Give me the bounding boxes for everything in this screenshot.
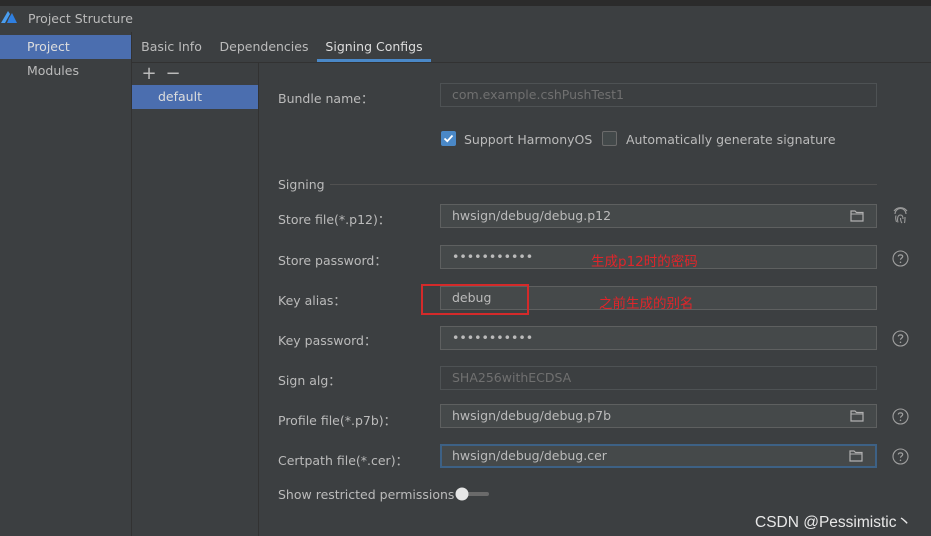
profile-file-value: hwsign/debug/debug.p7b [452, 408, 612, 423]
help-icon[interactable] [892, 408, 909, 425]
nav-item-modules[interactable]: Modules [0, 59, 131, 83]
key-alias-label: Key alias： [278, 293, 346, 308]
window-title: Project Structure [28, 11, 133, 26]
section-divider [330, 184, 877, 185]
fingerprint-icon[interactable] [892, 207, 909, 225]
show-restricted-label: Show restricted permissions [278, 487, 455, 502]
key-password-field[interactable]: ••••••••••• [440, 326, 877, 350]
key-password-label: Key password： [278, 333, 377, 348]
bundle-name-label: Bundle name： [278, 91, 374, 106]
checkmark-icon [443, 134, 454, 143]
watermark: CSDN @Pessimistic丶 [755, 514, 912, 531]
top-edge [0, 0, 931, 6]
show-restricted-toggle[interactable] [454, 487, 490, 501]
sign-alg-label: Sign alg： [278, 373, 341, 388]
signing-section-title: Signing [278, 177, 325, 192]
remove-config-button[interactable]: − [163, 64, 183, 84]
tab-signing-configs[interactable]: Signing Configs [317, 32, 431, 62]
title-bar: Project Structure [0, 0, 931, 32]
nav-item-project[interactable]: Project [0, 35, 131, 59]
key-alias-annotation: 之前生成的别名 [599, 296, 694, 312]
deveco-logo-icon [1, 11, 17, 23]
highlight-box [421, 284, 529, 315]
certpath-file-value: hwsign/debug/debug.cer [452, 448, 607, 463]
store-file-value: hwsign/debug/debug.p12 [452, 208, 612, 223]
tab-dependencies[interactable]: Dependencies [212, 32, 316, 62]
auto-sign-checkbox[interactable] [602, 131, 617, 146]
folder-icon[interactable] [849, 449, 863, 462]
sign-alg-field[interactable]: SHA256withECDSA [440, 366, 877, 390]
tab-bar: Basic Info Dependencies Signing Configs [132, 32, 931, 63]
tab-basic-info[interactable]: Basic Info [132, 32, 211, 62]
add-config-button[interactable]: + [139, 64, 159, 84]
certpath-file-field[interactable]: hwsign/debug/debug.cer [440, 444, 877, 468]
bundle-name-field[interactable]: com.example.cshPushTest1 [440, 83, 877, 107]
certpath-file-label: Certpath file(*.cer)： [278, 453, 409, 468]
store-file-label: Store file(*.p12)： [278, 212, 391, 227]
help-icon[interactable] [892, 330, 909, 347]
help-icon[interactable] [892, 448, 909, 465]
help-icon[interactable] [892, 250, 909, 267]
signing-config-list: + − default [132, 63, 259, 536]
auto-sign-label: Automatically generate signature [626, 132, 836, 147]
project-structure-nav: Project Modules [0, 32, 132, 536]
folder-icon[interactable] [850, 409, 864, 422]
folder-icon[interactable] [850, 209, 864, 222]
store-file-field[interactable]: hwsign/debug/debug.p12 [440, 204, 877, 228]
profile-file-label: Profile file(*.p7b)： [278, 413, 397, 428]
profile-file-field[interactable]: hwsign/debug/debug.p7b [440, 404, 877, 428]
support-harmonyos-checkbox[interactable] [441, 131, 456, 146]
store-password-annotation: 生成p12时的密码 [591, 254, 698, 270]
config-item-default[interactable]: default [132, 85, 258, 109]
store-password-label: Store password： [278, 253, 387, 268]
support-harmonyos-label: Support HarmonyOS [464, 132, 593, 147]
